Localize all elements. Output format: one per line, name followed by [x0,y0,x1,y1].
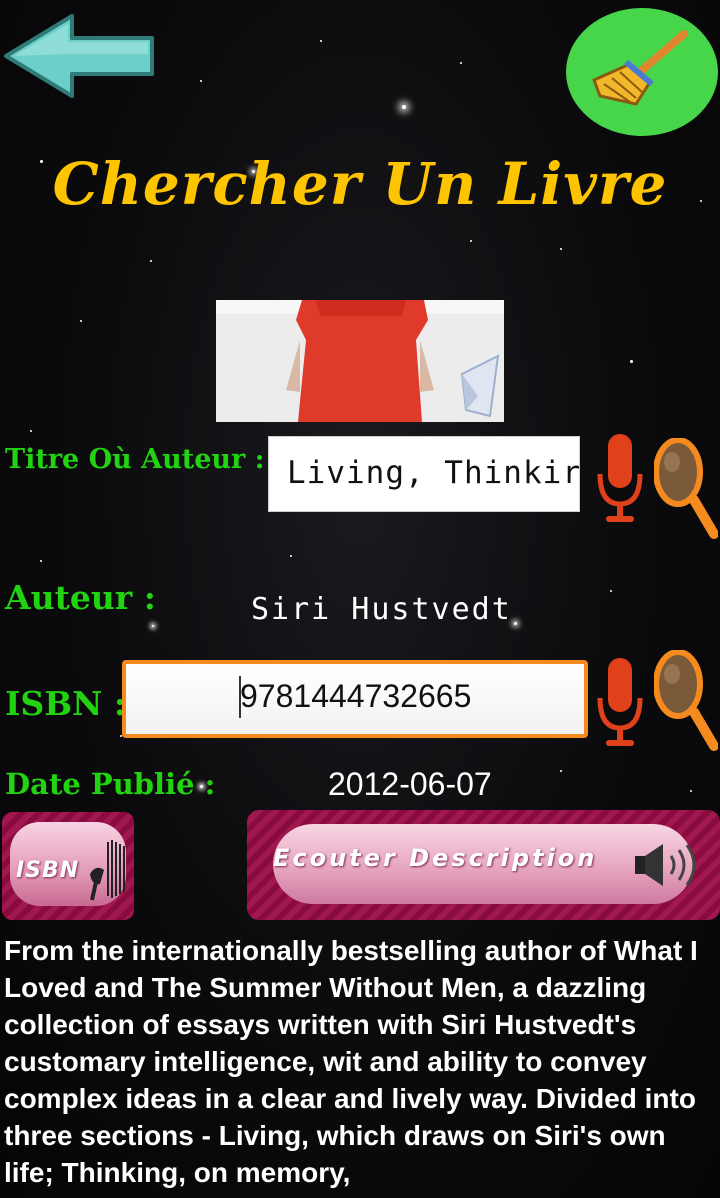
magnifier-icon [653,437,719,539]
isbn-scan-label: ISBN [16,858,80,883]
isbn-scan-button[interactable]: ISBN [2,812,134,920]
microphone-icon [597,658,643,746]
isbn-value: 9781444732665 [240,678,472,714]
book-cover-image [216,300,504,422]
listen-description-label: Ecouter Description [273,844,598,872]
listen-description-button[interactable]: Ecouter Description [247,810,720,920]
microphone-icon [597,434,643,522]
page-title: Chercher Un Livre [52,150,668,218]
isbn-input[interactable]: 9781444732665 [122,660,588,738]
date-value: 2012-06-07 [328,766,492,802]
speaker-icon [635,844,696,886]
author-value: Siri Hustvedt [251,592,512,627]
author-label: Auteur : [5,578,156,617]
isbn-label: ISBN : [5,684,126,723]
barcode-scanner-icon [90,840,125,901]
title-author-field[interactable]: Living, Thinkir [268,436,580,512]
title-author-label: Titre Où Auteur : [5,444,265,475]
broom-icon [566,8,718,136]
title-mic-button[interactable] [596,432,644,524]
isbn-mic-button[interactable] [596,656,644,748]
date-label: Date Publié : [5,767,216,801]
title-search-button[interactable] [653,437,719,540]
clear-button[interactable] [564,4,720,136]
back-arrow-icon [4,14,154,98]
magnifier-icon [653,649,719,751]
isbn-search-button[interactable] [653,649,719,752]
back-button[interactable] [2,12,158,100]
book-description: From the internationally bestselling aut… [4,935,698,1188]
title-author-value: Living, Thinkir [287,455,580,491]
